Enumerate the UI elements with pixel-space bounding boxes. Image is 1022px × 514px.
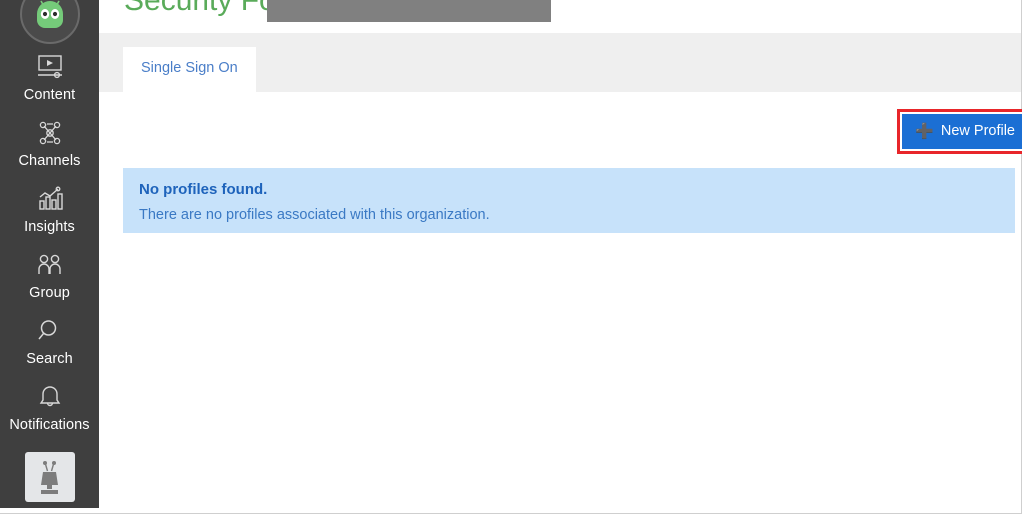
sidebar-item-label: Search <box>26 351 73 367</box>
alert-title: No profiles found. <box>139 181 268 198</box>
new-profile-button[interactable]: ➕ New Profile <box>902 114 1022 149</box>
sidebar-item-label: Notifications <box>9 417 90 433</box>
bar-chart-trend-icon <box>36 184 64 214</box>
main-content-area: Security For: Single Sign On ➕ New Profi… <box>99 0 1022 513</box>
tab-bar: Single Sign On <box>99 33 1021 92</box>
network-nodes-icon <box>36 118 64 148</box>
tab-single-sign-on[interactable]: Single Sign On <box>123 47 256 92</box>
new-profile-button-label: New Profile <box>940 123 1015 139</box>
sidebar-item-label: Channels <box>18 153 81 169</box>
android-robot-logo-glyph <box>36 0 63 28</box>
alert-message: There are no profiles associated with th… <box>139 207 490 223</box>
android-robot-logo-icon[interactable] <box>19 0 80 44</box>
sidebar-item-label: Insights <box>24 219 75 235</box>
avatar[interactable] <box>24 452 75 502</box>
sidebar-item-notifications[interactable]: Notifications <box>0 374 99 440</box>
magnifier-icon <box>36 316 64 346</box>
robot-avatar-icon <box>40 461 58 494</box>
redacted-organization-name <box>267 0 551 22</box>
people-group-icon <box>35 250 65 280</box>
sidebar-item-search[interactable]: Search <box>0 308 99 374</box>
plus-icon: ➕ <box>915 122 934 140</box>
toolbar: ➕ New Profile <box>99 92 1022 168</box>
sidebar-item-content[interactable]: Content <box>0 44 99 110</box>
sidebar-item-channels[interactable]: Channels <box>0 110 99 176</box>
sidebar-item-insights[interactable]: Insights <box>0 176 99 242</box>
application-window: Content Channels Insights Group Search N… <box>0 0 1022 514</box>
video-player-icon <box>36 52 64 82</box>
no-profiles-alert: No profiles found. There are no profiles… <box>123 168 1015 233</box>
sidebar-item-label: Group <box>29 285 70 301</box>
sidebar-item-label: Content <box>23 87 76 103</box>
sidebar-item-group[interactable]: Group <box>0 242 99 308</box>
bell-icon <box>37 382 63 412</box>
new-profile-highlight-annotation: ➕ New Profile <box>897 109 1022 154</box>
sidebar-navigation: Content Channels Insights Group Search N… <box>0 0 99 508</box>
